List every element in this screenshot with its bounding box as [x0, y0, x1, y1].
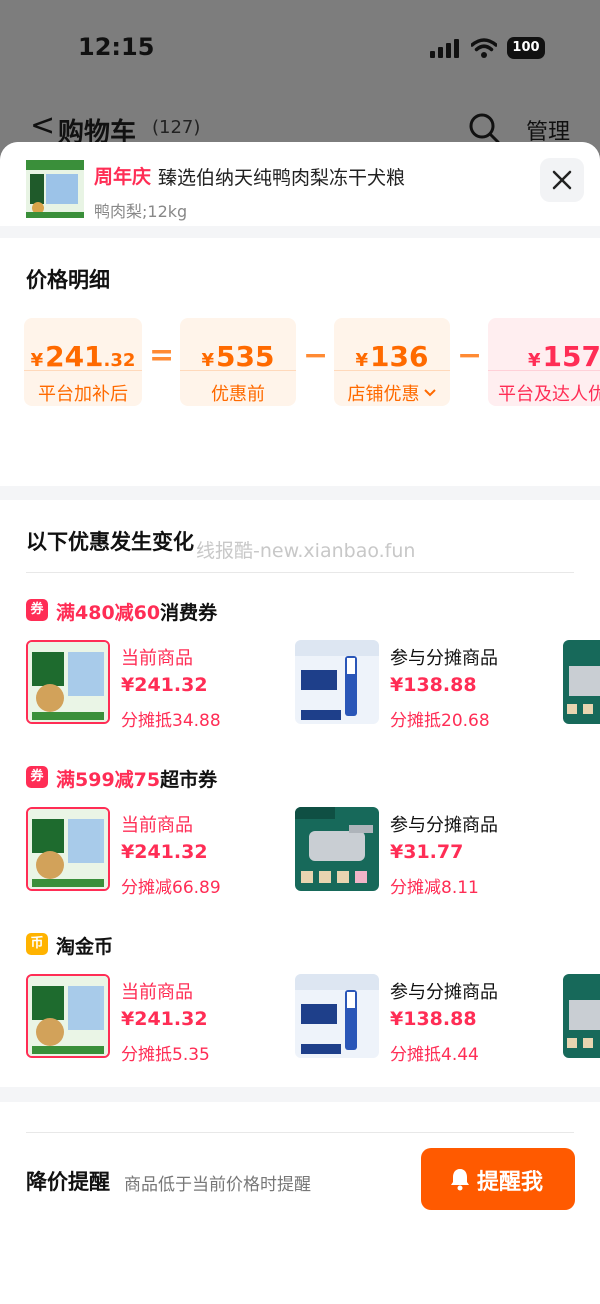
- current-label: 当前商品: [121, 648, 193, 669]
- product-sku: 鸭肉梨;12kg: [94, 202, 188, 221]
- status-bar: 12:15 100: [0, 0, 600, 96]
- shared-product-image[interactable]: [563, 974, 600, 1058]
- coin-icon: 币: [26, 933, 48, 955]
- search-icon[interactable]: [468, 112, 500, 144]
- current-share: 分摊减66.89: [121, 878, 221, 898]
- equals-operator: =: [149, 338, 175, 373]
- back-icon[interactable]: <: [30, 111, 55, 141]
- minus-operator: −: [303, 338, 329, 373]
- current-product-image[interactable]: [26, 807, 110, 891]
- price-box-store-discount[interactable]: ¥136 店铺优惠: [334, 318, 450, 406]
- reminder-description: 商品低于当前价格时提醒: [124, 1175, 311, 1195]
- price-amount: ¥241.32: [30, 340, 136, 373]
- price-box-platform-discount: ¥157.6 平台及达人优惠: [488, 318, 600, 406]
- current-product-image[interactable]: [26, 974, 110, 1058]
- product-name: 臻选伯纳天纯鸭肉梨冻干犬粮: [158, 167, 406, 189]
- shared-share: 分摊抵20.68: [390, 711, 490, 731]
- coupon-icon: 券: [26, 599, 48, 621]
- current-price: ¥241.32: [121, 674, 208, 696]
- current-share: 分摊抵5.35: [121, 1045, 210, 1065]
- price-label: 平台加补后: [38, 384, 128, 405]
- current-price: ¥241.32: [121, 841, 208, 863]
- current-label: 当前商品: [121, 982, 193, 1003]
- price-box-original: ¥535 优惠前: [180, 318, 296, 406]
- price-detail-section: 价格明细 ¥241.32 平台加补后 = ¥535 优惠前 − ¥136 店铺优…: [0, 238, 600, 486]
- bell-icon: [451, 1169, 469, 1191]
- current-share: 分摊抵34.88: [121, 711, 221, 731]
- divider: [26, 1132, 574, 1133]
- chevron-down-icon: [423, 389, 436, 397]
- sheet-header: 周年庆 臻选伯纳天纯鸭肉梨冻干犬粮 鸭肉梨;12kg: [0, 142, 600, 226]
- price-box-final: ¥241.32 平台加补后: [24, 318, 142, 406]
- shared-price: ¥138.88: [390, 1008, 477, 1030]
- price-drop-reminder: 降价提醒 商品低于当前价格时提醒 提醒我: [0, 1102, 600, 1304]
- price-label: 平台及达人优惠: [498, 384, 600, 405]
- battery-icon: 100: [507, 37, 545, 59]
- divider: [26, 572, 574, 573]
- wifi-icon: [471, 38, 497, 58]
- remind-me-label: 提醒我: [477, 1170, 544, 1195]
- section-title: 价格明细: [26, 268, 110, 292]
- shared-price: ¥31.77: [390, 841, 464, 863]
- shared-product-image[interactable]: [295, 807, 379, 891]
- coupon-icon: 券: [26, 766, 48, 788]
- shared-share: 分摊减8.11: [390, 878, 479, 898]
- cart-count: (127): [152, 117, 201, 138]
- cellular-signal-icon: [430, 39, 459, 58]
- section-title: 以下优惠发生变化: [26, 530, 194, 554]
- shared-share: 分摊抵4.44: [390, 1045, 479, 1065]
- price-amount: ¥535: [201, 340, 275, 373]
- shared-product-image[interactable]: [295, 974, 379, 1058]
- current-label: 当前商品: [121, 815, 193, 836]
- remind-me-button[interactable]: 提醒我: [421, 1148, 575, 1210]
- discount-changes-section: 以下优惠发生变化 线报酷-new.xianbao.fun 券 满480减60消费…: [0, 500, 600, 1087]
- minus-operator: −: [457, 338, 483, 373]
- price-label: 优惠前: [211, 384, 265, 405]
- shared-product-image[interactable]: [563, 640, 600, 724]
- shared-product-image[interactable]: [295, 640, 379, 724]
- price-detail-sheet: 周年庆 臻选伯纳天纯鸭肉梨冻干犬粮 鸭肉梨;12kg 价格明细 ¥241.32 …: [0, 142, 600, 1304]
- promo-tag: 周年庆: [94, 166, 152, 188]
- price-amount: ¥157.6: [528, 340, 600, 373]
- close-button[interactable]: [540, 158, 584, 202]
- shared-label: 参与分摊商品: [390, 815, 498, 836]
- product-thumbnail[interactable]: [26, 160, 84, 218]
- status-time: 12:15: [78, 33, 155, 61]
- shared-label: 参与分摊商品: [390, 648, 498, 669]
- price-label: 店铺优惠: [334, 380, 450, 406]
- current-product-image[interactable]: [26, 640, 110, 724]
- shared-label: 参与分摊商品: [390, 982, 498, 1003]
- watermark-text: 线报酷-new.xianbao.fun: [196, 540, 416, 562]
- reminder-title: 降价提醒: [26, 1170, 110, 1194]
- shared-price: ¥138.88: [390, 674, 477, 696]
- price-amount: ¥136: [355, 340, 429, 373]
- current-price: ¥241.32: [121, 1008, 208, 1030]
